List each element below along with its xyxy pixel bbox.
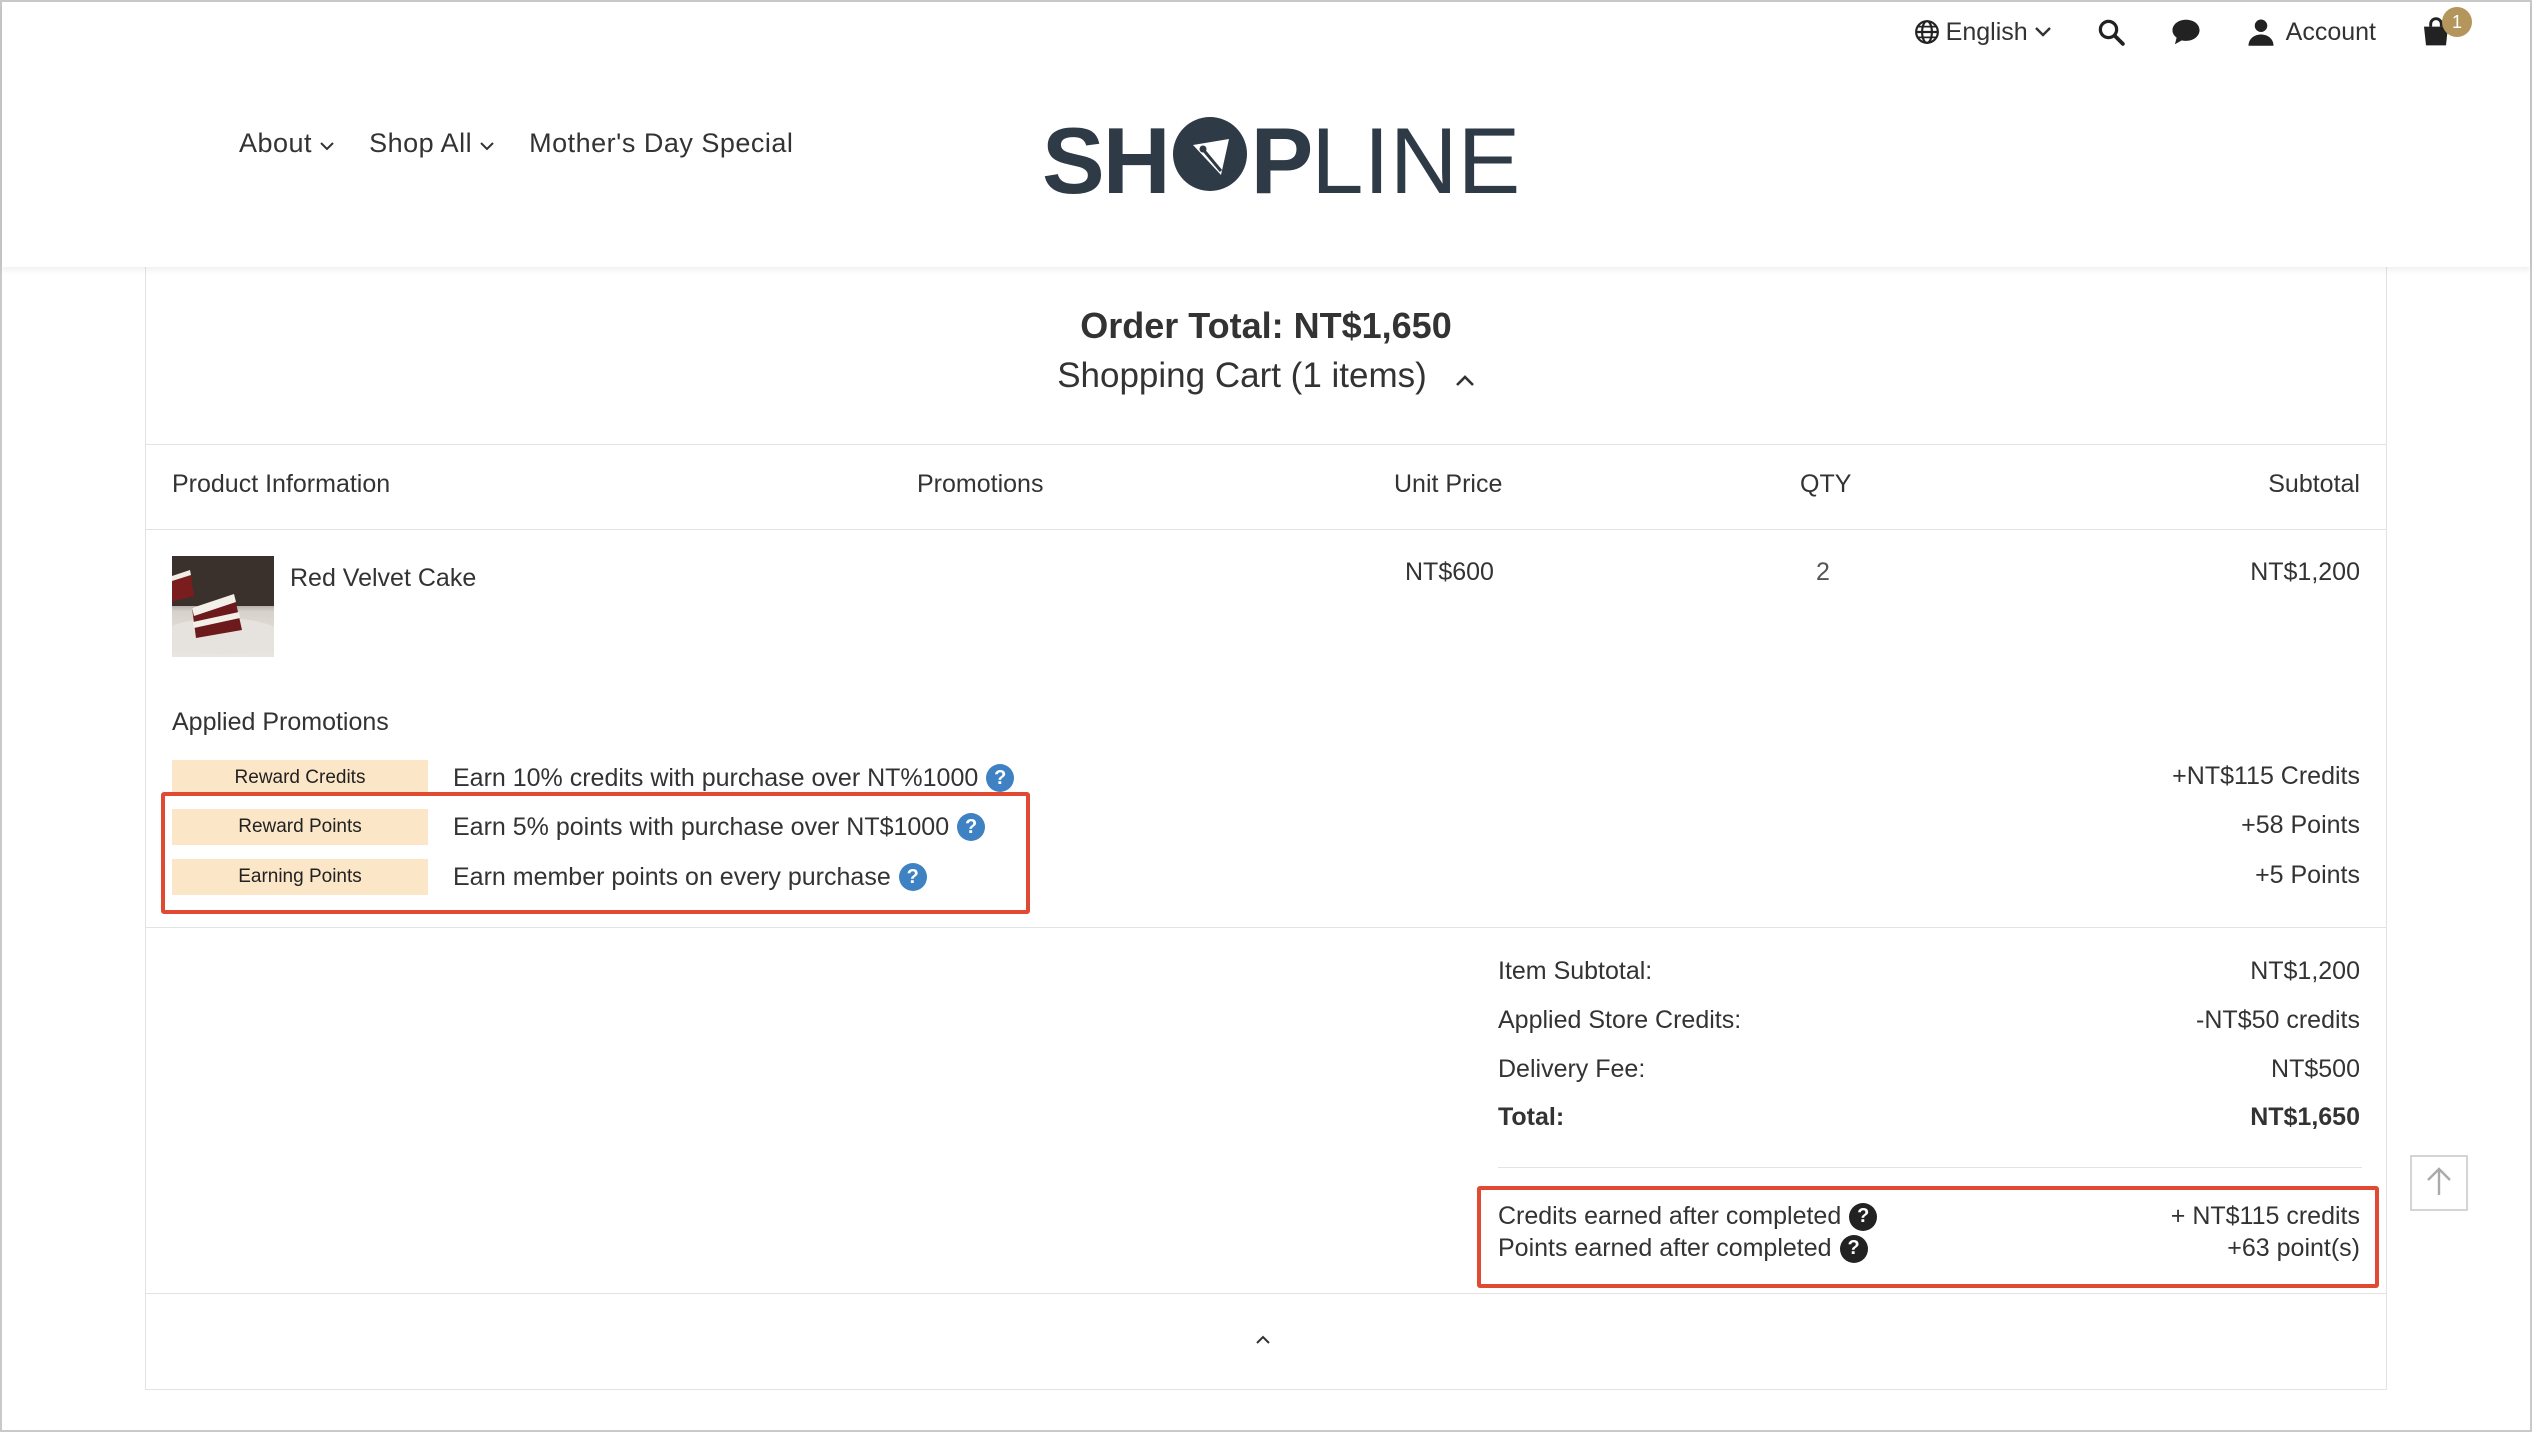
site-header: English Account 1 About Shop All Mother'… — [2, 2, 2530, 267]
logo-text-p: P — [1250, 108, 1314, 213]
account-link[interactable]: Account — [2246, 17, 2376, 47]
cart-count-badge: 1 — [2442, 7, 2472, 37]
main-navigation: About Shop All Mother's Day Special — [239, 128, 827, 159]
order-summary-card: Order Total: NT$1,650 Shopping Cart (1 i… — [145, 262, 2387, 1390]
col-header-product: Product Information — [172, 470, 391, 498]
applied-promotions-title: Applied Promotions — [172, 708, 389, 736]
divider — [146, 1293, 2386, 1294]
promotion-value: +58 Points — [2241, 811, 2360, 839]
order-total-heading: Order Total: NT$1,650 — [1080, 305, 1452, 346]
summary-label-total: Total: — [1498, 1103, 1565, 1131]
nav-item-shop-all[interactable]: Shop All — [369, 128, 495, 159]
summary-label-item-subtotal: Item Subtotal: — [1498, 957, 1653, 985]
shopping-cart-toggle[interactable]: Shopping Cart (1 items) — [146, 356, 2386, 396]
promotion-highlight-box — [161, 792, 1030, 914]
product-subtotal: NT$1,200 — [2250, 558, 2360, 586]
top-utility-bar: English Account 1 — [1870, 7, 2472, 52]
earned-highlight-box — [1477, 1186, 2379, 1288]
nav-item-about[interactable]: About — [239, 128, 335, 159]
summary-value-delivery-fee: NT$500 — [2271, 1055, 2360, 1083]
col-header-qty: QTY — [1800, 470, 1852, 498]
nav-label: About — [239, 128, 313, 158]
summary-value-total: NT$1,650 — [2250, 1103, 2360, 1131]
arrow-up-icon — [2422, 1164, 2456, 1203]
collapse-summary-button[interactable] — [1254, 1332, 1272, 1350]
summary-label-store-credits: Applied Store Credits: — [1498, 1006, 1742, 1034]
search-button[interactable] — [2096, 17, 2126, 47]
product-unit-price: NT$600 — [1405, 558, 1494, 586]
chat-button[interactable] — [2170, 17, 2202, 47]
promotion-value: +5 Points — [2255, 861, 2360, 889]
promotion-description: Earn 10% credits with purchase over NT%1… — [453, 763, 1015, 793]
product-name[interactable]: Red Velvet Cake — [290, 564, 476, 593]
language-label: English — [1945, 17, 2028, 46]
shopping-cart-title: Shopping Cart (1 items) — [1057, 356, 1427, 395]
chat-bubble-icon — [2170, 17, 2202, 47]
summary-label-delivery-fee: Delivery Fee: — [1498, 1055, 1646, 1083]
nav-item-mothers-day[interactable]: Mother's Day Special — [529, 128, 793, 159]
chevron-down-icon — [479, 128, 495, 159]
divider — [146, 529, 2386, 530]
chevron-up-icon — [1455, 356, 1475, 396]
divider — [146, 444, 2386, 445]
user-icon — [2246, 17, 2276, 47]
cart-button[interactable]: 1 — [2420, 7, 2472, 48]
back-to-top-button[interactable] — [2410, 1155, 2468, 1211]
product-image[interactable] — [172, 556, 274, 657]
product-qty: 2 — [1816, 558, 1830, 586]
logo-o-mark-icon — [1171, 114, 1249, 208]
col-header-subtotal: Subtotal — [2268, 470, 2360, 498]
chevron-down-icon — [2034, 26, 2052, 38]
nav-label: Mother's Day Special — [529, 128, 794, 158]
nav-label: Shop All — [369, 128, 473, 158]
chevron-down-icon — [319, 128, 335, 159]
account-label: Account — [2285, 17, 2376, 46]
shopline-logo[interactable]: SH P LINE — [1042, 114, 1520, 208]
chevron-up-icon — [1254, 1332, 1272, 1349]
summary-value-store-credits: -NT$50 credits — [2196, 1006, 2360, 1034]
col-header-promotions: Promotions — [917, 470, 1044, 498]
promotion-row: Reward Credits Earn 10% credits with pur… — [172, 760, 1015, 796]
language-selector[interactable]: English — [1914, 18, 2052, 47]
promotion-text: Earn 10% credits with purchase over NT%1… — [453, 763, 979, 792]
col-header-unit-price: Unit Price — [1394, 470, 1503, 498]
promotion-tag: Reward Credits — [172, 760, 428, 796]
promotion-value: +NT$115 Credits — [2172, 762, 2360, 790]
logo-text-sh: SH — [1042, 108, 1171, 213]
globe-icon — [1914, 19, 1940, 45]
search-icon — [2096, 17, 2126, 47]
summary-value-item-subtotal: NT$1,200 — [2250, 957, 2360, 985]
logo-text-line: LINE — [1311, 108, 1521, 213]
help-icon[interactable]: ? — [986, 764, 1015, 792]
summary-divider — [1498, 1167, 2362, 1168]
divider — [146, 927, 2386, 928]
